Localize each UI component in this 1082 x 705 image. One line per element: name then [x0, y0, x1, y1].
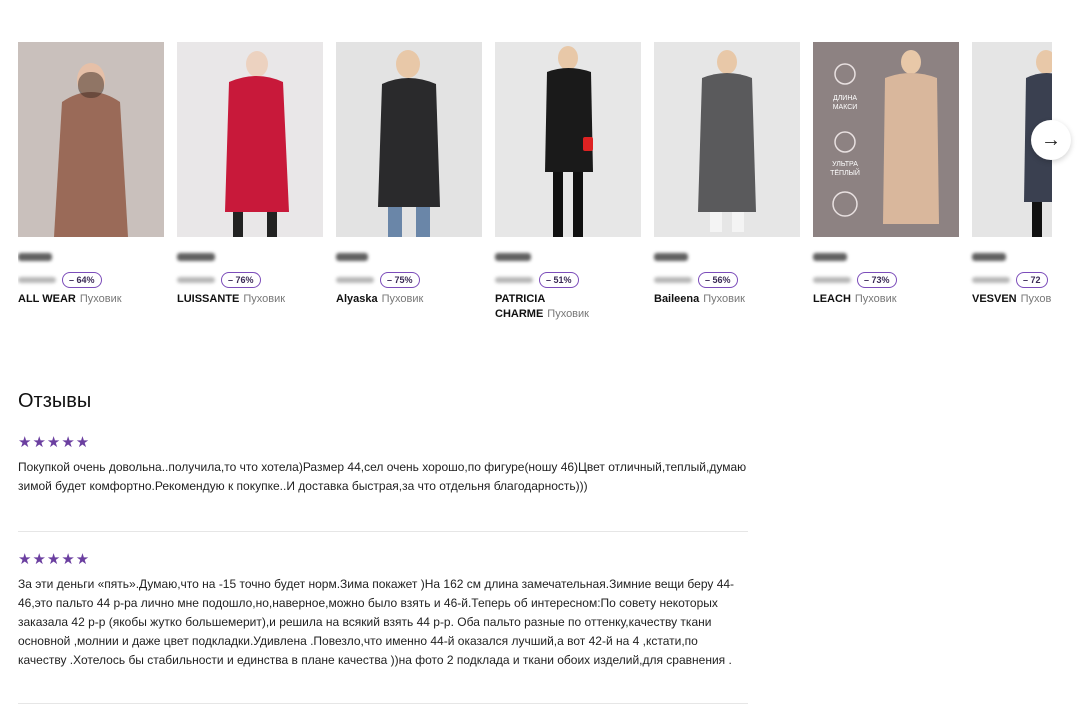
price — [654, 251, 800, 263]
product-brand[interactable]: PATRICIA CHARME — [495, 293, 545, 320]
review-text: Покупкой очень довольна..получила,то что… — [18, 460, 747, 493]
price — [495, 251, 641, 263]
product-brand[interactable]: Baileena — [654, 293, 699, 305]
discount-badge: – 76% — [221, 272, 261, 288]
price — [972, 251, 1052, 263]
product-image[interactable] — [495, 42, 641, 237]
price — [177, 251, 323, 263]
star-rating: ★★★★★ — [18, 551, 91, 568]
product-card[interactable]: ДЛИНА МАКСИ УЛЬТРА ТЁПЛЫЙ – 73% LEACH Пухови… — [813, 42, 959, 307]
review-item: ★★★★★ Покупкой очень довольна..получила,… — [18, 434, 748, 532]
old-price — [972, 277, 1010, 283]
product-category: Пуховик — [703, 293, 745, 305]
discount-badge: – 75% — [380, 272, 420, 288]
discount-badge: – 56% — [698, 272, 738, 288]
review-item: ★★★★★ За эти деньги «пять».Думаю,что на … — [18, 551, 748, 704]
product-brand[interactable]: Alyaska — [336, 293, 378, 305]
coat-photo — [18, 42, 164, 237]
price — [813, 251, 959, 263]
coat-photo — [654, 42, 800, 237]
product-card[interactable]: – 64% ALL WEAR Пуховик — [18, 42, 164, 307]
product-brand[interactable]: ALL WEAR — [18, 293, 76, 305]
product-brand[interactable]: LUISSANTE — [177, 293, 239, 305]
star-rating: ★★★★★ — [18, 434, 91, 451]
price — [336, 251, 482, 263]
product-image[interactable] — [177, 42, 323, 237]
product-category: Пуховик — [854, 293, 897, 305]
product-card[interactable]: – 56% Baileena Пуховик — [654, 42, 800, 307]
coat-photo — [177, 42, 323, 237]
product-category: Пуховик — [79, 293, 122, 305]
product-category: Пуховик — [547, 308, 589, 320]
coat-photo — [495, 42, 641, 237]
discount-badge: – 51% — [539, 272, 579, 288]
product-card[interactable]: – 51% PATRICIA CHARME Пуховик — [495, 42, 641, 322]
product-image[interactable]: ДЛИНА МАКСИ УЛЬТРА ТЁПЛЫЙ — [813, 42, 959, 237]
discount-badge: – 73% — [857, 272, 897, 288]
product-carousel: – 64% ALL WEAR Пуховик – 76% LUISSANTE Пух… — [18, 42, 1052, 332]
product-category: Пуховик — [1020, 293, 1052, 305]
promo-maxi-label: МАКСИ — [833, 104, 858, 111]
product-brand[interactable]: LEACH — [813, 293, 851, 305]
discount-badge: – 72 — [1016, 272, 1048, 288]
promo-length-label: ДЛИНА — [833, 95, 857, 102]
product-image[interactable] — [336, 42, 482, 237]
old-price — [495, 277, 533, 283]
product-image[interactable] — [18, 42, 164, 237]
price — [18, 251, 164, 263]
product-card[interactable]: – 72 VESVENПуховик — [972, 42, 1052, 307]
promo-ultra-label: УЛЬТРА — [832, 161, 858, 168]
product-category: Пуховик — [243, 293, 286, 305]
product-card[interactable]: – 75% Alyaska Пуховик — [336, 42, 482, 307]
coat-photo: ДЛИНА МАКСИ УЛЬТРАТЁПЛЫЙ — [813, 42, 959, 237]
coat-photo — [336, 42, 482, 237]
old-price — [177, 277, 215, 283]
product-card[interactable]: – 76% LUISSANTE Пуховик — [177, 42, 323, 307]
product-image[interactable] — [654, 42, 800, 237]
reviews-title: Отзывы — [18, 390, 92, 412]
product-brand[interactable]: VESVEN — [972, 293, 1017, 305]
review-text: За эти деньги «пять».Думаю,что на -15 то… — [18, 577, 735, 667]
arrow-right-icon: → — [1041, 128, 1061, 151]
carousel-next-button[interactable]: → — [1031, 120, 1071, 160]
old-price — [813, 277, 851, 283]
old-price — [654, 277, 692, 283]
product-category: Пуховик — [381, 293, 424, 305]
old-price — [18, 277, 56, 283]
old-price — [336, 277, 374, 283]
discount-badge: – 64% — [62, 272, 102, 288]
promo-warm-label: ТЁПЛЫЙ — [830, 168, 860, 177]
